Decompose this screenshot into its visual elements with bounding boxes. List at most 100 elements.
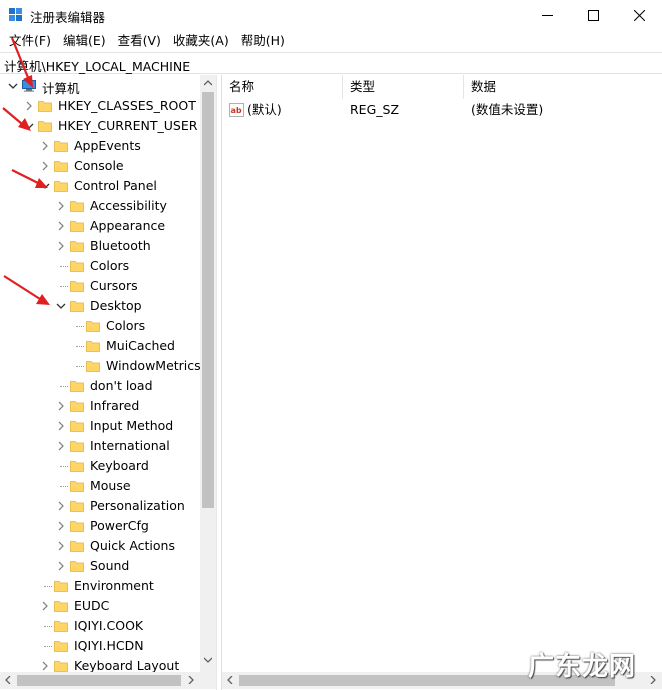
tree-node-label: EUDC [74, 598, 110, 613]
menu-help[interactable]: 帮助(H) [235, 30, 291, 51]
chevron-right-icon[interactable] [56, 221, 66, 231]
chevron-right-icon[interactable] [56, 201, 66, 211]
tree-node-label: AppEvents [74, 138, 141, 153]
address-path[interactable]: 计算机\HKEY_LOCAL_MACHINE [4, 56, 190, 75]
menu-favorites[interactable]: 收藏夹(A) [167, 30, 235, 51]
tree-node[interactable]: Input Method [0, 416, 200, 436]
tree-node[interactable]: Personalization [0, 496, 200, 516]
tree-node-label: Keyboard [90, 458, 149, 473]
folder-icon [70, 421, 84, 432]
chevron-down-icon[interactable] [8, 81, 18, 91]
chevron-right-icon[interactable] [24, 101, 34, 111]
tree-vertical-scroll-thumb[interactable] [202, 92, 214, 508]
tree-node[interactable]: MuiCached [0, 336, 200, 356]
tree-node-label: Control Panel [74, 178, 157, 193]
scroll-up-arrow-icon[interactable] [204, 80, 212, 86]
scroll-right-arrow-icon[interactable] [650, 676, 656, 684]
tree-node[interactable]: International [0, 436, 200, 456]
minimize-icon [541, 14, 553, 16]
chevron-right-icon[interactable] [56, 241, 66, 251]
chevron-right-icon[interactable] [40, 661, 50, 671]
tree-node[interactable]: Desktop [0, 296, 200, 316]
tree-node[interactable]: WindowMetrics [0, 356, 201, 376]
folder-icon [70, 561, 84, 572]
chevron-right-icon[interactable] [56, 561, 66, 571]
tree-node[interactable]: Control Panel [0, 176, 200, 196]
tree-node[interactable]: Colors [0, 316, 200, 336]
tree-node[interactable]: Sound [0, 556, 200, 576]
tree-node-label: Bluetooth [90, 238, 151, 253]
tree-node[interactable]: HKEY_CLASSES_ROOT [0, 96, 200, 116]
tree-node[interactable]: IQIYI.COOK [0, 616, 200, 636]
chevron-right-icon[interactable] [56, 421, 66, 431]
chevron-down-icon[interactable] [24, 121, 34, 131]
folder-icon [70, 301, 84, 312]
column-header-data[interactable]: 数据 [464, 75, 662, 99]
menu-file[interactable]: 文件(F) [3, 30, 57, 51]
tree-node[interactable]: Cursors [0, 276, 200, 296]
tree-connector-line [60, 266, 68, 267]
window-title: 注册表编辑器 [30, 10, 106, 25]
tree-node[interactable]: Appearance [0, 216, 200, 236]
tree-node-label: Environment [74, 578, 154, 593]
chevron-right-icon[interactable] [56, 541, 66, 551]
tree-vertical-scrollbar[interactable] [200, 75, 216, 672]
tree-node[interactable]: Mouse [0, 476, 200, 496]
values-pane[interactable]: 名称 类型 数据 ab (默认) REG_SZ (数值未设置) [221, 75, 662, 690]
tree-node[interactable]: Environment [0, 576, 200, 596]
scroll-left-arrow-icon[interactable] [227, 676, 233, 684]
tree-node[interactable]: Console [0, 156, 200, 176]
folder-icon [70, 401, 84, 412]
title-bar[interactable]: 注册表编辑器 [0, 0, 662, 30]
tree-node[interactable]: Bluetooth [0, 236, 200, 256]
tree-node[interactable]: IQIYI.HCDN [0, 636, 200, 656]
folder-icon [86, 341, 100, 352]
tree-node[interactable]: HKEY_CURRENT_USER [0, 116, 200, 136]
scroll-left-arrow-icon[interactable] [5, 676, 11, 684]
folder-icon [86, 361, 100, 372]
close-button[interactable] [616, 0, 662, 30]
folder-icon [70, 261, 84, 272]
chevron-right-icon[interactable] [40, 141, 50, 151]
tree-node[interactable]: EUDC [0, 596, 200, 616]
tree-node-label: Input Method [90, 418, 174, 433]
tree-connector-line [44, 626, 52, 627]
chevron-right-icon[interactable] [56, 401, 66, 411]
scroll-right-arrow-icon[interactable] [188, 676, 194, 684]
chevron-right-icon[interactable] [40, 601, 50, 611]
column-header-type[interactable]: 类型 [343, 75, 464, 99]
tree-node[interactable]: 计算机 [0, 76, 200, 96]
value-type: REG_SZ [350, 102, 400, 117]
tree-node[interactable]: AppEvents [0, 136, 200, 156]
folder-icon [54, 161, 68, 172]
tree-node[interactable]: Keyboard [0, 456, 200, 476]
chevron-right-icon[interactable] [56, 501, 66, 511]
tree-node[interactable]: Accessibility [0, 196, 200, 216]
maximize-icon [587, 9, 599, 21]
menu-edit[interactable]: 编辑(E) [57, 30, 112, 51]
tree-node[interactable]: Quick Actions [0, 536, 200, 556]
tree-node[interactable]: PowerCfg [0, 516, 200, 536]
chevron-down-icon[interactable] [40, 181, 50, 191]
folder-icon [54, 141, 68, 152]
tree-node[interactable]: Colors [0, 256, 200, 276]
chevron-right-icon[interactable] [56, 521, 66, 531]
maximize-button[interactable] [570, 0, 616, 30]
menu-view[interactable]: 查看(V) [112, 30, 167, 51]
chevron-right-icon[interactable] [40, 161, 50, 171]
key-tree-pane[interactable]: 计算机 HKEY_CLASSES_ROOT HKEY_CURRENT_USER App… [0, 75, 217, 690]
folder-icon [70, 381, 84, 392]
tree-node[interactable]: Infrared [0, 396, 200, 416]
tree-horizontal-scrollbar[interactable] [0, 672, 216, 689]
chevron-right-icon[interactable] [56, 441, 66, 451]
tree-node-label: Cursors [90, 278, 138, 293]
chevron-down-icon[interactable] [56, 301, 66, 311]
folder-icon [70, 221, 84, 232]
address-bar[interactable]: 计算机\HKEY_LOCAL_MACHINE [0, 52, 662, 74]
tree-horizontal-scroll-thumb[interactable] [17, 675, 181, 686]
column-header-name[interactable]: 名称 [222, 75, 343, 99]
tree-node[interactable]: don't load [0, 376, 200, 396]
value-row[interactable]: ab (默认) REG_SZ (数值未设置) [222, 100, 662, 120]
minimize-button[interactable] [524, 0, 570, 30]
scroll-down-arrow-icon[interactable] [204, 657, 212, 663]
